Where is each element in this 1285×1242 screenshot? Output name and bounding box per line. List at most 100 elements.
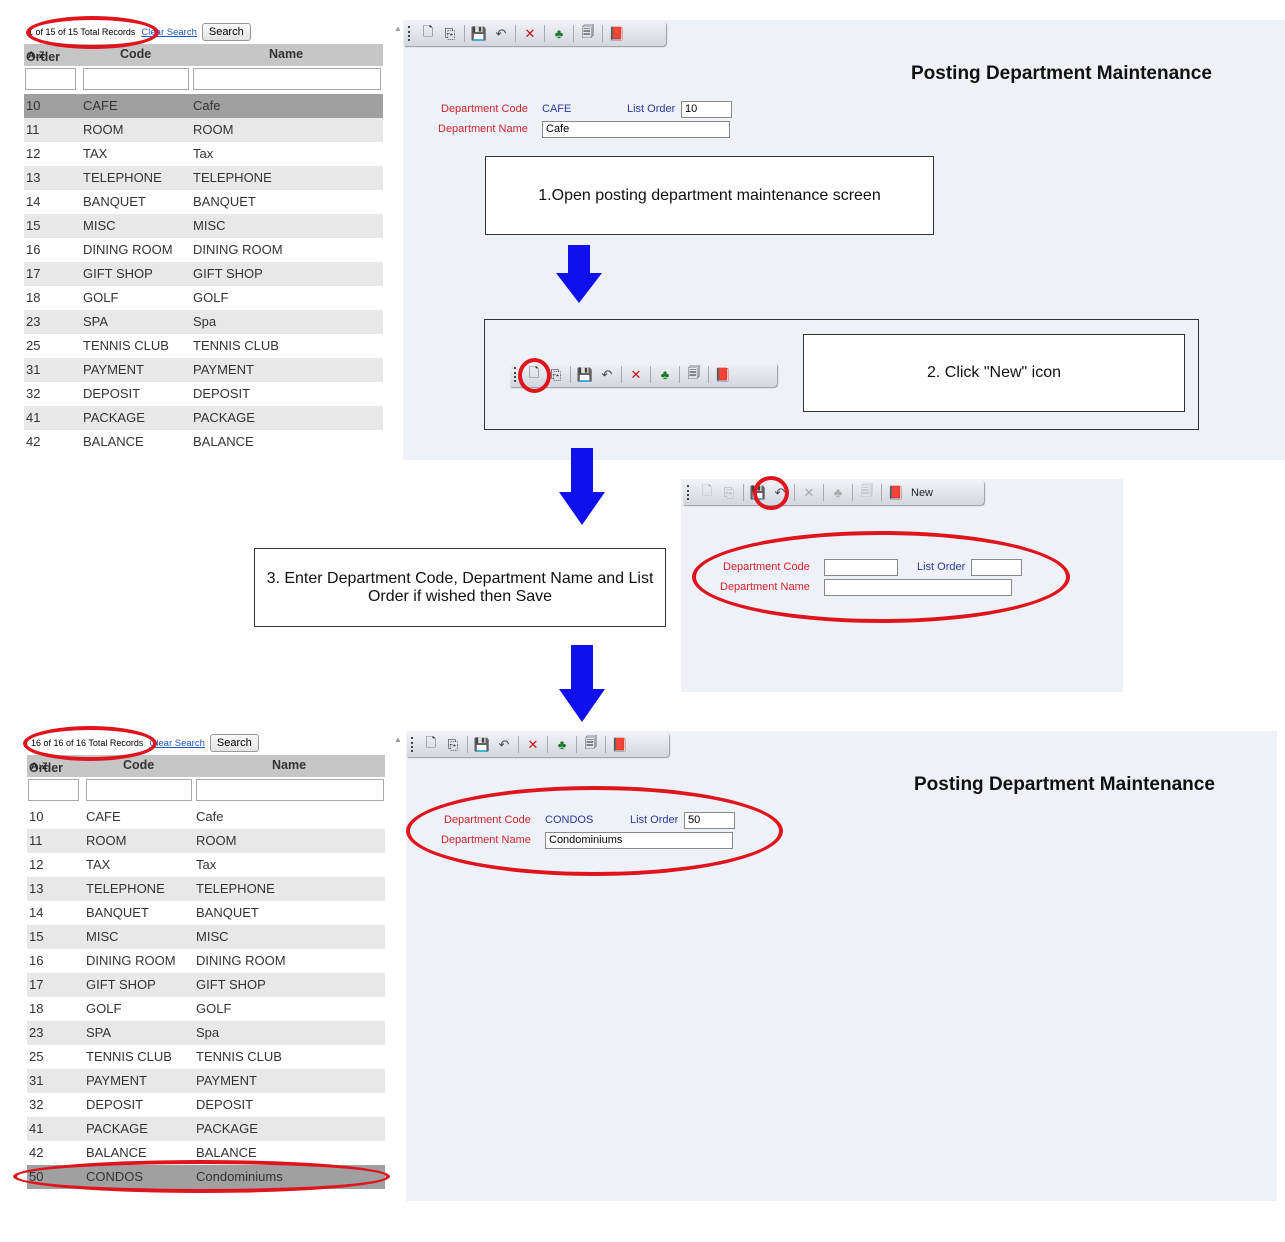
save-icon[interactable]: 💾 (574, 365, 596, 385)
name-cell: DINING ROOM (193, 242, 283, 257)
department-name-label: Department Name (438, 123, 528, 135)
name-cell: ROOM (196, 833, 237, 848)
new-icon[interactable]: 🗋 (696, 483, 718, 503)
table-row[interactable]: 11 ROOM ROOM (27, 829, 385, 853)
table-row[interactable]: 23 SPA Spa (27, 1021, 385, 1045)
copy-icon[interactable]: ⎘ (439, 24, 461, 44)
table-row[interactable]: 15 MISC MISC (27, 925, 385, 949)
code-column-header-2[interactable]: Code (123, 758, 154, 772)
table-row[interactable]: 10 CAFE Cafe (24, 94, 383, 118)
print-icon[interactable]: 🗐 (683, 365, 705, 385)
name-filter-input[interactable] (193, 68, 381, 90)
code-filter-input-2[interactable] (86, 779, 192, 801)
table-row[interactable]: 25 TENNIS CLUB TENNIS CLUB (27, 1045, 385, 1069)
name-column-header-2[interactable]: Name (272, 758, 306, 772)
code-cell: PACKAGE (83, 410, 145, 425)
book-icon[interactable]: 📕 (885, 483, 907, 503)
code-cell: DEPOSIT (83, 386, 141, 401)
table-row[interactable]: 31 PAYMENT PAYMENT (27, 1069, 385, 1093)
book-icon[interactable]: 📕 (606, 24, 628, 44)
department-name-input[interactable]: Cafe (542, 121, 730, 138)
name-cell: DINING ROOM (196, 953, 286, 968)
toolbar-separator (570, 366, 571, 383)
name-cell: GIFT SHOP (193, 266, 263, 281)
table-row[interactable]: 14 BANQUET BANQUET (24, 190, 383, 214)
print-icon[interactable]: 🗐 (577, 24, 599, 44)
table-row[interactable]: 31 PAYMENT PAYMENT (24, 358, 383, 382)
list-order-input[interactable]: 10 (681, 101, 732, 118)
code-filter-input[interactable] (83, 68, 189, 90)
delete-icon[interactable]: ✕ (625, 365, 647, 385)
code-cell: DINING ROOM (86, 953, 176, 968)
tree-icon[interactable]: ♣ (548, 24, 570, 44)
delete-icon[interactable]: ✕ (519, 24, 541, 44)
toolbar-grip[interactable] (687, 485, 692, 500)
tree-icon[interactable]: ♣ (551, 735, 573, 755)
scroll-up-icon[interactable]: ▲ (394, 24, 402, 33)
table-row[interactable]: 17 GIFT SHOP GIFT SHOP (24, 262, 383, 286)
print-icon[interactable]: 🗐 (580, 735, 602, 755)
scroll-up-icon[interactable]: ▲ (394, 735, 402, 744)
table-row[interactable]: 12 TAX Tax (24, 142, 383, 166)
table-row[interactable]: 18 GOLF GOLF (24, 286, 383, 310)
delete-icon[interactable]: ✕ (798, 483, 820, 503)
print-icon[interactable]: 🗐 (856, 483, 878, 503)
search-button[interactable]: Search (201, 23, 251, 41)
table-row[interactable]: 11 ROOM ROOM (24, 118, 383, 142)
table-row[interactable]: 10 CAFE Cafe (27, 805, 385, 829)
name-filter-input-2[interactable] (196, 779, 384, 801)
name-cell: Spa (196, 1025, 220, 1040)
table-row[interactable]: 18 GOLF GOLF (27, 997, 385, 1021)
name-cell: TENNIS CLUB (193, 338, 279, 353)
order-filter-input-2[interactable] (28, 779, 79, 801)
table-row[interactable]: 16 DINING ROOM DINING ROOM (24, 238, 383, 262)
undo-icon[interactable]: ↶ (596, 365, 618, 385)
sort-az-icon[interactable]: A↓Z (28, 50, 45, 60)
copy-icon[interactable]: ⎘ (442, 735, 464, 755)
search-button-2[interactable]: Search (209, 734, 259, 752)
table-row[interactable]: 32 DEPOSIT DEPOSIT (27, 1093, 385, 1117)
clear-search-link-2[interactable]: Clear Search (149, 738, 204, 749)
table-row[interactable]: 14 BANQUET BANQUET (27, 901, 385, 925)
save-icon[interactable]: 💾 (471, 735, 493, 755)
code-cell: SPA (86, 1025, 112, 1040)
code-cell: TAX (83, 146, 108, 161)
code-cell: CAFE (86, 809, 121, 824)
undo-icon[interactable]: ↶ (490, 24, 512, 44)
table-row[interactable]: 32 DEPOSIT DEPOSIT (24, 382, 383, 406)
copy-icon[interactable]: ⎘ (718, 483, 740, 503)
toolbar-grip[interactable] (408, 26, 413, 41)
order-cell: 25 (29, 1049, 44, 1064)
table-row[interactable]: 41 PACKAGE PACKAGE (27, 1117, 385, 1141)
table-row[interactable]: 13 TELEPHONE TELEPHONE (27, 877, 385, 901)
table-row[interactable]: 17 GIFT SHOP GIFT SHOP (27, 973, 385, 997)
table-row[interactable]: 25 TENNIS CLUB TENNIS CLUB (24, 334, 383, 358)
table-row[interactable]: 16 DINING ROOM DINING ROOM (27, 949, 385, 973)
undo-icon[interactable]: ↶ (493, 735, 515, 755)
tree-icon[interactable]: ♣ (827, 483, 849, 503)
toolbar-grip[interactable] (411, 737, 416, 752)
order-cell: 25 (26, 338, 41, 353)
new-icon[interactable]: 🗋 (420, 735, 442, 755)
delete-icon[interactable]: ✕ (522, 735, 544, 755)
new-icon[interactable]: 🗋 (417, 24, 439, 44)
tree-icon[interactable]: ♣ (654, 365, 676, 385)
order-cell: 17 (29, 977, 44, 992)
order-cell: 31 (29, 1073, 44, 1088)
table-row[interactable]: 13 TELEPHONE TELEPHONE (24, 166, 383, 190)
table-row[interactable]: 23 SPA Spa (24, 310, 383, 334)
code-column-header[interactable]: Code (120, 47, 151, 61)
name-column-header[interactable]: Name (269, 47, 303, 61)
order-filter-input[interactable] (25, 68, 76, 90)
toolbar-separator (547, 736, 548, 753)
table-row[interactable]: 12 TAX Tax (27, 853, 385, 877)
table-row[interactable]: 41 PACKAGE PACKAGE (24, 406, 383, 430)
save-icon-highlight (753, 476, 789, 510)
save-icon[interactable]: 💾 (468, 24, 490, 44)
book-icon[interactable]: 📕 (712, 365, 734, 385)
book-icon[interactable]: 📕 (609, 735, 631, 755)
sort-az-icon[interactable]: A↓Z (31, 761, 48, 771)
saved-form-highlight (406, 786, 783, 876)
table-row[interactable]: 42 BALANCE BALANCE (24, 430, 383, 454)
table-row[interactable]: 15 MISC MISC (24, 214, 383, 238)
